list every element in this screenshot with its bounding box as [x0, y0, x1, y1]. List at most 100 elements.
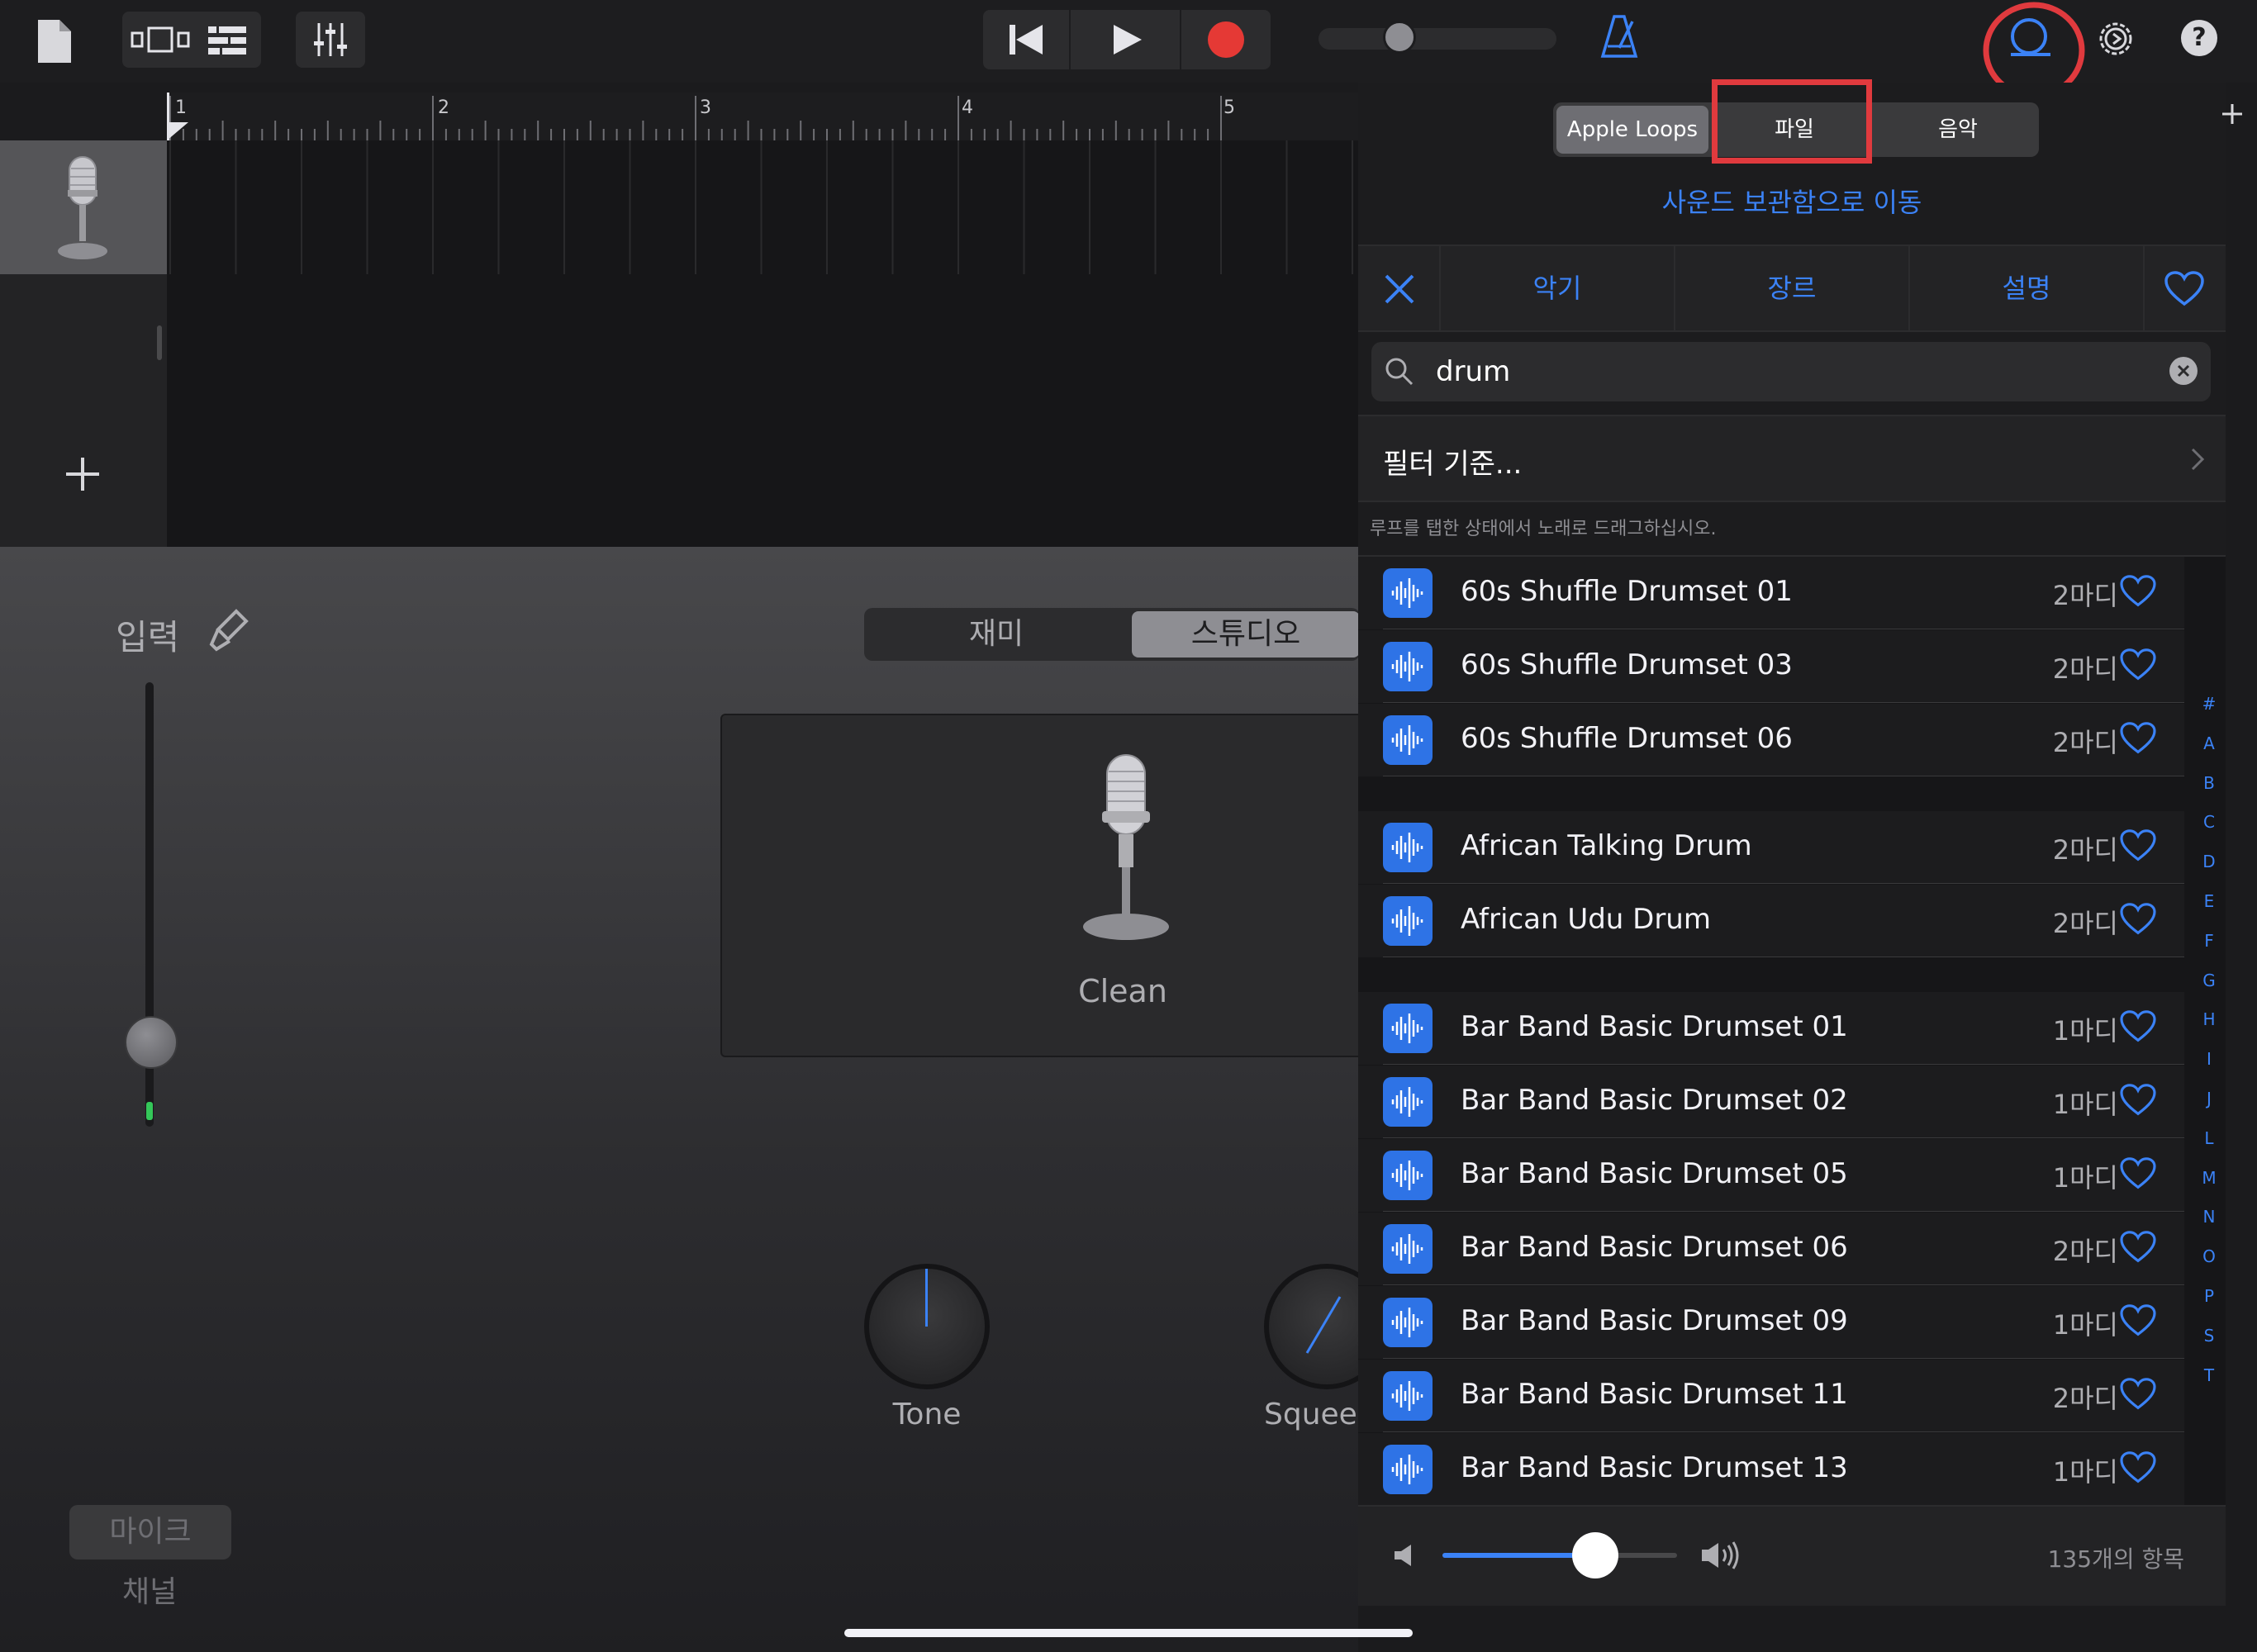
mic-button[interactable]: 마이크 [69, 1505, 231, 1559]
add-track-icon[interactable] [64, 456, 101, 492]
ruler-mark: 3 [700, 97, 711, 118]
record-icon [1208, 21, 1244, 58]
tone-knob[interactable] [864, 1264, 990, 1389]
preview-volume-slider[interactable] [1442, 1532, 1677, 1578]
tab-music[interactable]: 음악 [1877, 102, 2039, 157]
tab-apple-loops[interactable]: Apple Loops [1556, 106, 1708, 154]
add-icon[interactable] [2221, 102, 2244, 126]
favorite-heart-icon[interactable] [2120, 903, 2156, 936]
alphabet-index-letter[interactable]: M [2197, 1168, 2221, 1188]
search-input[interactable]: drum [1436, 355, 1510, 388]
loop-list-item[interactable]: African Udu Drum 2마디 [1358, 885, 2184, 957]
waveform-icon [1383, 1371, 1433, 1421]
favorite-heart-icon[interactable] [2120, 1451, 2156, 1484]
alphabet-index-letter[interactable]: L [2197, 1128, 2221, 1148]
volume-knob[interactable] [1571, 1532, 1618, 1578]
record-button[interactable] [1181, 10, 1271, 69]
settings-gear-icon[interactable] [2095, 18, 2136, 59]
microphone-icon [58, 156, 107, 259]
tab-studio[interactable]: 스튜디오 [1132, 611, 1360, 657]
favorite-heart-icon[interactable] [2120, 1157, 2156, 1190]
input-level-knob[interactable] [125, 1016, 178, 1069]
metronome-icon[interactable] [1599, 13, 1639, 59]
waveform-icon [1383, 568, 1433, 618]
playhead-knob[interactable] [1383, 21, 1416, 54]
channel-label: 채널 [122, 1575, 178, 1609]
track-resize-handle[interactable] [157, 325, 162, 360]
alphabet-index-letter[interactable]: C [2197, 812, 2221, 832]
tab-descriptor[interactable]: 설명 [1910, 246, 2143, 330]
tab-fun[interactable]: 재미 [864, 608, 1128, 661]
alphabet-index-letter[interactable]: E [2197, 891, 2221, 911]
filter-row[interactable]: 필터 기준... [1358, 415, 2226, 502]
instrument-view-icon [131, 26, 190, 53]
alphabet-index-letter[interactable]: H [2197, 1009, 2221, 1029]
search-field[interactable]: drum [1371, 342, 2211, 401]
rewind-button[interactable] [983, 10, 1071, 69]
ruler-mark: 5 [1224, 97, 1235, 118]
favorite-heart-icon[interactable] [2120, 648, 2156, 681]
help-icon[interactable]: ? [2181, 20, 2217, 56]
loop-browser-panel: Apple Loops 파일 음악 사운드 보관함으로 이동 악기 장르 설명 … [1358, 79, 2226, 1606]
alphabet-index-letter[interactable]: A [2197, 733, 2221, 753]
favorite-heart-icon[interactable] [2120, 722, 2156, 755]
alphabet-index-letter[interactable]: O [2197, 1246, 2221, 1266]
loop-list-item[interactable]: 60s Shuffle Drumset 06 2마디 [1358, 704, 2184, 776]
waveform-icon [1383, 642, 1433, 691]
loop-list-item[interactable]: Bar Band Basic Drumset 09 1마디 [1358, 1286, 2184, 1359]
favorites-heart-icon[interactable] [2164, 271, 2204, 307]
timeline-ruler[interactable]: 1 2 3 4 5 [167, 93, 1358, 140]
highlight-box [1712, 79, 1872, 164]
loop-list-item[interactable]: Bar Band Basic Drumset 13 1마디 [1358, 1433, 2184, 1505]
waveform-icon [1383, 896, 1433, 946]
track-lane[interactable] [167, 140, 1358, 276]
alphabet-index-letter[interactable]: J [2197, 1089, 2221, 1108]
sound-library-link[interactable]: 사운드 보관함으로 이동 [1358, 182, 2226, 220]
document-icon[interactable] [36, 18, 73, 64]
play-button[interactable] [1071, 10, 1181, 69]
tracks-view-icon [208, 26, 246, 55]
track-header-audio[interactable] [0, 140, 167, 274]
playhead-position-slider[interactable] [1319, 21, 1556, 54]
loop-name: Bar Band Basic Drumset 13 [1461, 1451, 1848, 1484]
playhead-handle[interactable] [167, 122, 190, 140]
alphabet-index-letter[interactable]: P [2197, 1286, 2221, 1306]
alphabet-index-letter[interactable]: G [2197, 971, 2221, 990]
alphabet-index-letter[interactable]: N [2197, 1207, 2221, 1227]
alphabet-index-letter[interactable]: T [2197, 1365, 2221, 1385]
loop-list-item[interactable]: Bar Band Basic Drumset 02 1마디 [1358, 1066, 2184, 1138]
favorite-heart-icon[interactable] [2120, 1084, 2156, 1117]
mode-segmented-control: 재미 스튜디오 [864, 608, 1360, 661]
mixer-button[interactable] [296, 12, 365, 68]
empty-lane-area[interactable] [167, 274, 1358, 547]
favorite-heart-icon[interactable] [2120, 829, 2156, 862]
clear-search-icon[interactable] [2169, 357, 2198, 385]
category-tabs: 악기 장르 설명 [1358, 244, 2226, 332]
loop-list-item[interactable]: Bar Band Basic Drumset 01 1마디 [1358, 992, 2184, 1065]
favorite-heart-icon[interactable] [2120, 1231, 2156, 1264]
loop-list-item[interactable]: 60s Shuffle Drumset 01 2마디 [1358, 557, 2184, 629]
alphabet-index-letter[interactable]: D [2197, 852, 2221, 871]
tab-genre[interactable]: 장르 [1675, 246, 1908, 330]
preset-panel[interactable]: Clean [720, 714, 1368, 1057]
loop-list-item[interactable]: Bar Band Basic Drumset 05 1마디 [1358, 1139, 2184, 1212]
alphabet-index-letter[interactable]: F [2197, 931, 2221, 951]
alphabet-index-letter[interactable]: # [2197, 694, 2221, 714]
alphabet-index-letter[interactable]: I [2197, 1049, 2221, 1069]
loop-list-item[interactable]: African Talking Drum 2마디 [1358, 811, 2184, 884]
alphabet-index-letter[interactable]: S [2197, 1326, 2221, 1346]
view-toggle-button[interactable] [122, 12, 261, 68]
loop-list-item[interactable]: Bar Band Basic Drumset 11 2마디 [1358, 1360, 2184, 1432]
favorite-heart-icon[interactable] [2120, 575, 2156, 608]
close-icon[interactable] [1383, 273, 1416, 306]
favorite-heart-icon[interactable] [2120, 1010, 2156, 1043]
loop-list-item[interactable]: Bar Band Basic Drumset 06 2마디 [1358, 1213, 2184, 1285]
tab-instrument[interactable]: 악기 [1441, 246, 1674, 330]
favorite-heart-icon[interactable] [2120, 1304, 2156, 1337]
waveform-icon [1383, 1151, 1433, 1200]
loop-name: Bar Band Basic Drumset 01 [1461, 1010, 1848, 1043]
favorite-heart-icon[interactable] [2120, 1378, 2156, 1411]
alphabet-index-letter[interactable]: B [2197, 773, 2221, 793]
loop-list-item[interactable]: 60s Shuffle Drumset 03 2마디 [1358, 630, 2184, 703]
input-jack-icon[interactable] [208, 608, 249, 654]
